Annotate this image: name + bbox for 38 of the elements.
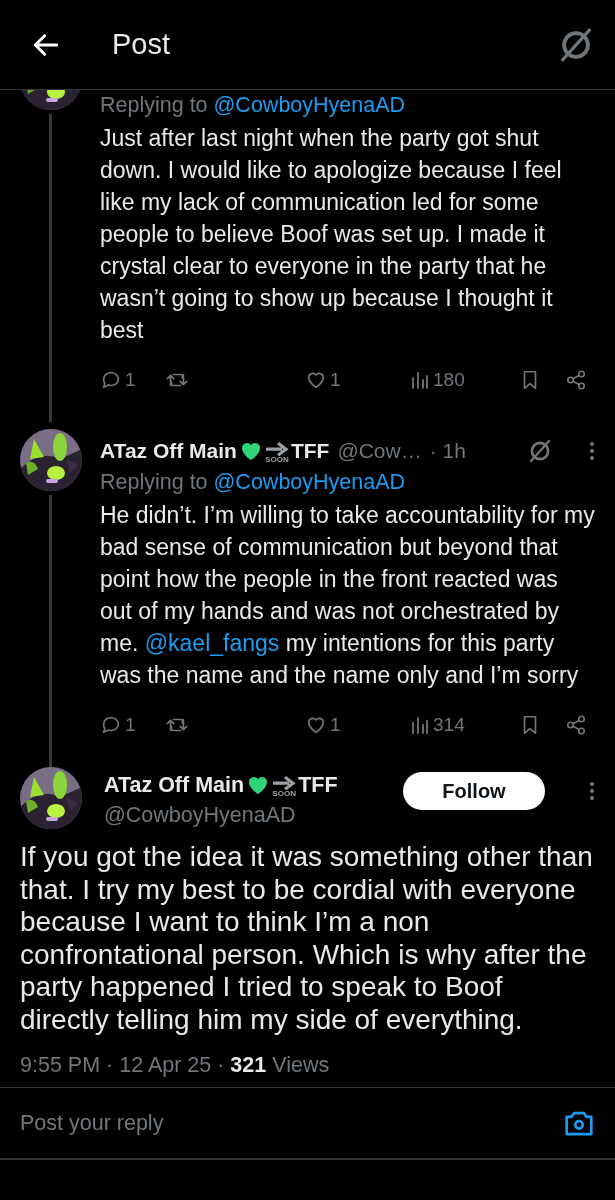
count: 1 xyxy=(330,714,341,736)
arrow-icon xyxy=(272,775,297,791)
reply-icon[interactable] xyxy=(100,369,122,391)
follow-button[interactable]: Follow xyxy=(403,772,545,810)
replying-to-text: Replying to @CowboyHyenaAD xyxy=(100,469,407,496)
more-icon[interactable] xyxy=(589,780,595,802)
reply-input[interactable]: Post your reply xyxy=(20,1110,563,1136)
post-text: Just after last night when the party got shut down. I would like to apologize because I feel like my lack of communication led for some people to believe Boof was set up. I made it crystal clear to everyone in the party that he wasn’t going to show up because I thought it best xyxy=(100,124,563,345)
mention-link[interactable]: @CowboyHyenaAD xyxy=(213,470,406,494)
mention-link[interactable]: @kael_fangs xyxy=(144,630,280,656)
bar-chart-icon[interactable] xyxy=(410,369,430,391)
count: 314 xyxy=(433,714,465,736)
share-icon[interactable] xyxy=(565,714,587,736)
count: 180 xyxy=(433,369,465,391)
count: 1 xyxy=(330,369,341,391)
soon-emoji: SOON xyxy=(272,775,297,799)
bar-chart-icon[interactable] xyxy=(410,714,430,736)
post-metadata: 9:55 PM · 12 Apr 25 · 321 Views xyxy=(20,1052,331,1079)
user-handle: @Cow… xyxy=(337,439,422,463)
display-name: ATaz Off Main xyxy=(100,439,237,463)
display-name: TFF xyxy=(298,772,338,798)
page-title: Post xyxy=(112,28,172,61)
post-time: · 1h xyxy=(429,439,466,463)
display-name: TFF xyxy=(290,439,330,463)
post-text: If you got the idea it was something other than that. I try my best to be cordial with everyone because I want to think I’m a non confrontational person. Which is why after the party happened I tried to speak to Boof directly telling him my side of everything. xyxy=(20,841,594,1036)
replying-to-text: Replying to @CowboyHyenaAD xyxy=(100,92,407,119)
reply-icon[interactable] xyxy=(100,714,122,736)
arrow-icon xyxy=(264,441,289,457)
display-name: ATaz Off Main xyxy=(104,772,245,798)
share-icon[interactable] xyxy=(565,369,587,391)
post-text: He didn’t. I’m willing to take accountability for my bad sense of communication but beyond that point how the people in the front reacted was out of my hands and was not orchestrated by me. @kael_fangs my intentions for this party was the name and the name only and I’m sorry xyxy=(100,501,595,690)
soon-emoji: SOON xyxy=(264,441,289,465)
slashed-circle-icon[interactable] xyxy=(527,438,553,464)
more-icon[interactable] xyxy=(589,440,595,462)
user-handle: @CowboyHyenaAD xyxy=(104,802,297,829)
mention-link[interactable]: @CowboyHyenaAD xyxy=(213,93,406,117)
count: 1 xyxy=(125,714,136,736)
count: 1 xyxy=(125,369,136,391)
